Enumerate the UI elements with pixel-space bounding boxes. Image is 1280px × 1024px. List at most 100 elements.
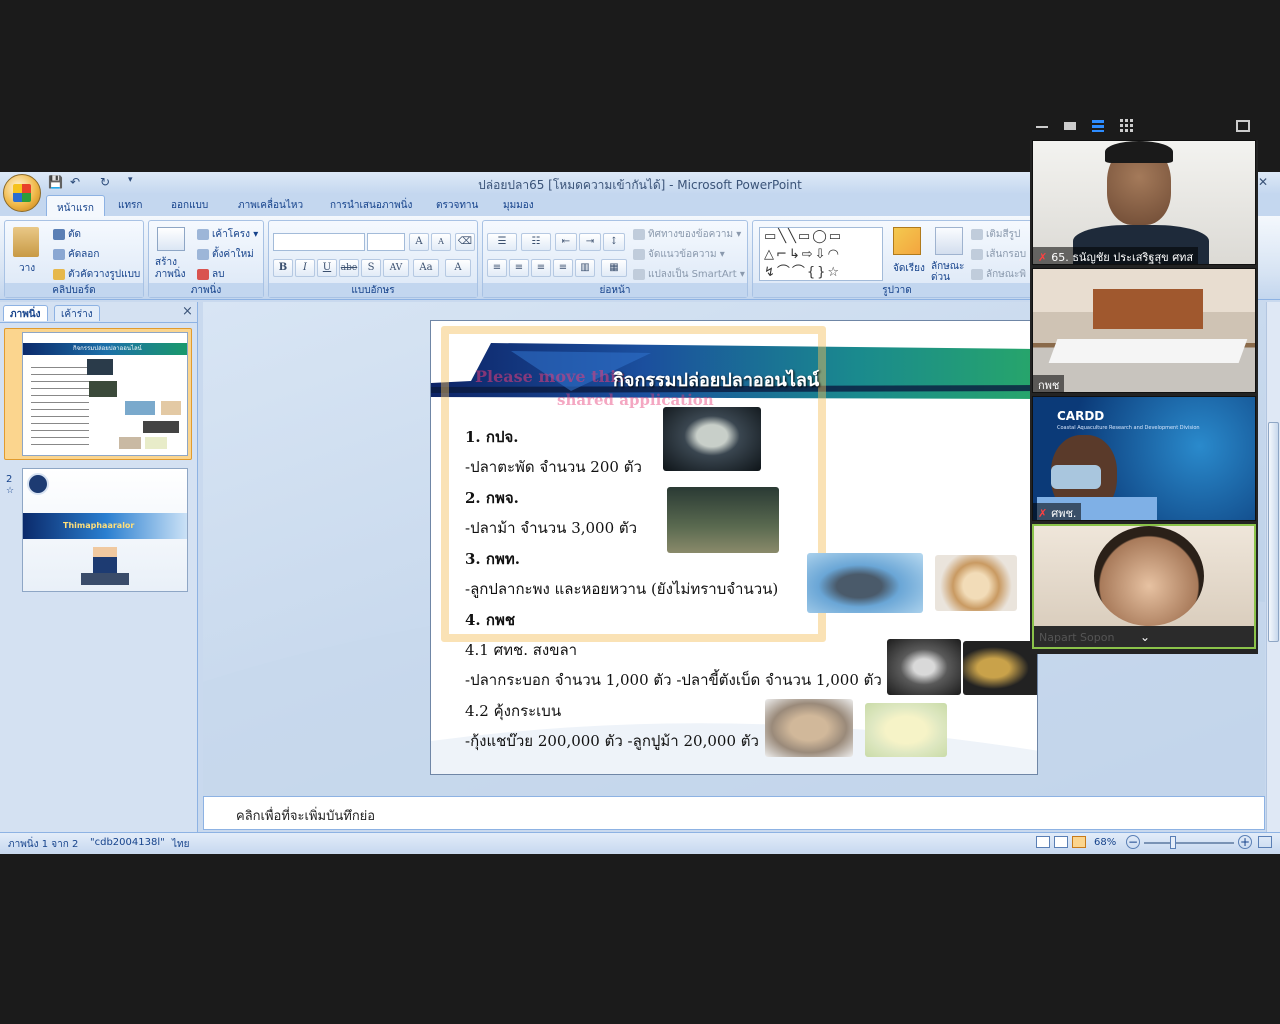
text-direction-button[interactable]: ทิศทางของข้อความ ▾ — [633, 227, 741, 242]
new-slide-icon[interactable] — [157, 227, 185, 251]
font-size-combo[interactable] — [367, 233, 405, 251]
align-center-button[interactable]: ≡ — [509, 259, 529, 277]
shape-effects-button[interactable]: ลักษณะพิ — [971, 267, 1026, 282]
arrange-button[interactable]: จัดเรียง — [893, 261, 925, 276]
tab-view[interactable]: มุมมอง — [503, 198, 534, 213]
slide-line: 2. กพจ. — [465, 489, 519, 507]
cardd-logo-text: CARDD — [1057, 409, 1105, 423]
delete-slide-button[interactable]: ลบ — [197, 267, 224, 282]
numbering-button[interactable]: ☷ — [521, 233, 551, 251]
shapes-gallery[interactable]: ▭╲╲▭◯▭ △⌐↳⇨⇩◠ ↯⌒⌒{}☆ — [759, 227, 883, 281]
speaker-view-icon[interactable] — [1092, 120, 1104, 132]
gallery-view-icon[interactable] — [1120, 119, 1134, 133]
paste-icon[interactable] — [13, 227, 39, 257]
clear-format-button[interactable]: ⌫ — [455, 233, 475, 251]
participant-tile-2[interactable]: กพช — [1032, 268, 1256, 393]
strike-button[interactable]: abe — [339, 259, 359, 277]
copy-button[interactable]: คัดลอก — [53, 247, 99, 262]
zoom-level-text[interactable]: 68% — [1094, 837, 1116, 848]
chevron-down-icon[interactable]: ⌄ — [1140, 630, 1150, 644]
slide-thumb-2[interactable]: Thimaphaaralor — [22, 468, 188, 592]
font-color-button[interactable]: A — [445, 259, 471, 277]
bold-button[interactable]: B — [273, 259, 293, 277]
close-icon[interactable]: ✕ — [1258, 175, 1268, 189]
undo-icon[interactable]: ↶ — [70, 175, 80, 189]
tab-design[interactable]: ออกแบบ — [171, 198, 208, 213]
save-icon[interactable]: 💾 — [48, 175, 63, 189]
tab-home[interactable]: หน้าแรก — [46, 195, 105, 218]
video-panel: ✗ 65. ธนัญชัย ประเสริฐสุข ศทส กพช CARDD C… — [1030, 112, 1258, 654]
tab-slides[interactable]: ภาพนิ่ง — [3, 305, 48, 321]
tab-insert[interactable]: แทรก — [118, 198, 142, 213]
language-text[interactable]: ไทย — [172, 837, 189, 852]
zoom-in-icon[interactable]: + — [1238, 835, 1252, 849]
fit-window-icon[interactable] — [1258, 836, 1272, 848]
align-right-button[interactable]: ≡ — [531, 259, 551, 277]
slides-group: สร้าง ภาพนิ่ง เค้าโครง ▾ ตั้งค่าใหม่ ลบ … — [148, 220, 264, 298]
underline-button[interactable]: U — [317, 259, 337, 277]
grow-font-button[interactable]: A — [409, 233, 429, 251]
slide-line: -กุ้งแชบ๊วย 200,000 ตัว -ลูกปูม้า 20,000… — [465, 732, 759, 750]
quick-styles-icon[interactable] — [935, 227, 963, 255]
qat-customize-icon[interactable]: ▾ — [128, 175, 133, 185]
decrease-indent-button[interactable]: ⇤ — [555, 233, 577, 251]
columns-button[interactable]: ▦ — [601, 259, 627, 277]
align-left-button[interactable]: ≡ — [487, 259, 507, 277]
minimize-icon[interactable] — [1036, 126, 1048, 128]
reset-button[interactable]: ตั้งค่าใหม่ — [197, 247, 254, 262]
quick-styles-button[interactable]: ลักษณะ ด่วน — [931, 261, 967, 283]
shadow-button[interactable]: S — [361, 259, 381, 277]
paste-button[interactable]: วาง — [19, 261, 35, 276]
distribute-button[interactable]: ▥ — [575, 259, 595, 277]
notes-pane[interactable]: คลิกเพื่อที่จะเพิ่มบันทึกย่อ — [203, 796, 1265, 830]
smartart-button[interactable]: แปลงเป็น SmartArt ▾ — [633, 267, 745, 282]
participant-tile-1[interactable]: ✗ 65. ธนัญชัย ประเสริฐสุข ศทส — [1032, 140, 1256, 265]
bullets-button[interactable]: ☰ — [487, 233, 517, 251]
zoom-slider-thumb[interactable] — [1170, 836, 1176, 849]
notes-scrollbar[interactable] — [1266, 796, 1280, 832]
status-bar: ภาพนิ่ง 1 จาก 2 "cdb2004138l" ไทย 68% − … — [0, 832, 1280, 852]
tab-outline[interactable]: เค้าร่าง — [54, 305, 100, 321]
clipboard-label: คลิปบอร์ด — [5, 283, 143, 297]
participant-tile-4[interactable]: Napart Sopon ⌄ — [1032, 524, 1256, 649]
panel-close-icon[interactable]: × — [182, 304, 193, 319]
case-button[interactable]: Aa — [413, 259, 439, 277]
office-button[interactable] — [3, 174, 41, 212]
slide[interactable]: Please move this shared application กิจก… — [430, 320, 1038, 775]
shape-fill-button[interactable]: เติมสีรูป — [971, 227, 1020, 242]
exit-fullscreen-icon[interactable] — [1236, 120, 1250, 132]
slide-line: 4.2 คุ้งกระเบน — [465, 702, 562, 720]
slide-line: 1. กปจ. — [465, 428, 519, 446]
normal-view-icon[interactable] — [1036, 836, 1050, 848]
arrange-icon[interactable] — [893, 227, 921, 255]
justify-button[interactable]: ≡ — [553, 259, 573, 277]
tinfoil-fish-image — [667, 487, 779, 553]
format-painter-button[interactable]: ตัวคัดวางรูปแบบ — [53, 267, 140, 282]
layout-button[interactable]: เค้าโครง ▾ — [197, 227, 258, 242]
slide-line: 4. กพช — [465, 611, 516, 629]
zoom-out-icon[interactable]: − — [1126, 835, 1140, 849]
align-text-button[interactable]: จัดแนวข้อความ ▾ — [633, 247, 725, 262]
increase-indent-button[interactable]: ⇥ — [579, 233, 601, 251]
canvas-scrollbar[interactable] — [1266, 302, 1280, 796]
cut-button[interactable]: ตัด — [53, 227, 81, 242]
thumbnail-view-icon[interactable] — [1064, 122, 1076, 130]
slideshow-view-icon[interactable] — [1072, 836, 1086, 848]
shrink-font-button[interactable]: A — [431, 233, 451, 251]
meeting-table — [1048, 339, 1248, 363]
font-name-combo[interactable] — [273, 233, 365, 251]
shape-outline-button[interactable]: เส้นกรอบ — [971, 247, 1026, 262]
tab-animations[interactable]: ภาพเคลื่อนไหว — [238, 198, 303, 213]
tab-review[interactable]: ตรวจทาน — [436, 198, 478, 213]
participant-tile-3[interactable]: CARDD Coastal Aquaculture Research and D… — [1032, 396, 1256, 521]
redo-icon[interactable]: ↻ — [100, 175, 110, 189]
scroll-thumb[interactable] — [1268, 422, 1279, 642]
new-slide-button[interactable]: สร้าง ภาพนิ่ง — [155, 257, 195, 281]
slide-thumb-1[interactable]: กิจกรรมปล่อยปลาออนไลน์ — [22, 332, 188, 456]
zoom-slider-track[interactable] — [1144, 842, 1234, 844]
italic-button[interactable]: I — [295, 259, 315, 277]
slide-sorter-icon[interactable] — [1054, 836, 1068, 848]
spacing-button[interactable]: AV — [383, 259, 409, 277]
tab-slideshow[interactable]: การนำเสนอภาพนิ่ง — [330, 198, 412, 213]
line-spacing-button[interactable]: ↕ — [603, 233, 625, 251]
